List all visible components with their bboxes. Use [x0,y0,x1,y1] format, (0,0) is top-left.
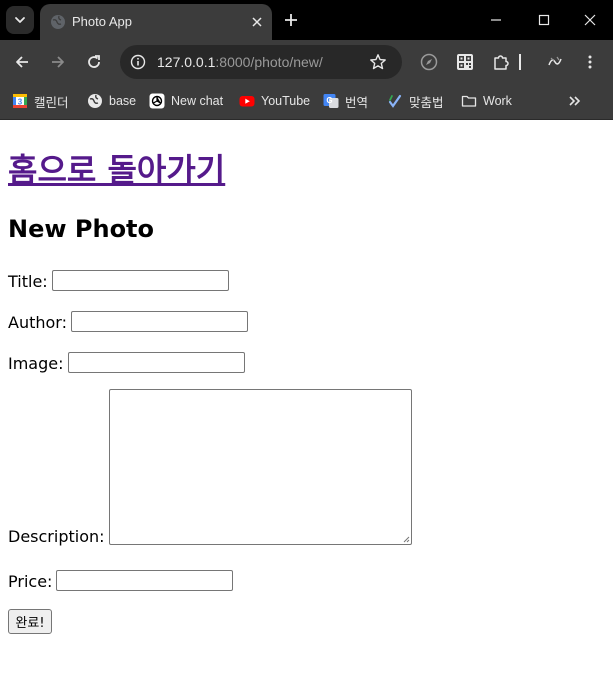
double-chevron-right-icon [569,96,581,106]
page-title: New Photo [8,215,155,243]
window-close-button[interactable] [580,10,600,30]
site-info-icon[interactable] [130,54,146,70]
close-icon [584,14,596,26]
minimize-icon [491,19,501,21]
reload-icon [88,55,100,68]
title-input[interactable] [51,270,229,291]
image-input[interactable] [67,352,245,373]
puzzle-icon [494,55,509,70]
bookmark-youtube[interactable]: YouTube [239,92,310,110]
title-label: Title: [8,272,48,291]
extension-compass-button[interactable] [419,52,439,72]
extension-qr-button[interactable] [455,52,475,72]
folder-icon [461,93,477,109]
submit-button[interactable]: 완료! [8,609,52,634]
browser-menu-button[interactable] [580,52,600,72]
compass-icon [420,53,438,71]
price-input[interactable] [56,570,234,591]
reload-button[interactable] [84,52,104,72]
svg-text:G: G [326,96,332,105]
globe-icon [51,15,65,29]
globe-icon [87,93,103,109]
translate-icon: G [323,93,339,109]
bookmark-translate[interactable]: G 번역 [323,92,368,110]
bookmark-base[interactable]: base [87,92,136,110]
back-button[interactable] [12,52,32,72]
bookmarks-bar: 3 캘린더 base New chat YouTube G 번역 맞춤법 Wor… [0,84,613,120]
author-label: Author: [8,313,67,332]
tab-title: Photo App [72,14,132,29]
toolbar-divider [519,54,521,70]
bookmark-spellcheck[interactable]: 맞춤법 [387,92,444,110]
window-maximize-button[interactable] [534,10,554,30]
description-textarea[interactable] [108,389,412,545]
calendar-icon: 3 [12,93,28,109]
tab-close-button[interactable] [248,13,266,31]
page-content: 홈으로 돌아가기 New Photo Title: Author: Image:… [0,121,613,694]
youtube-icon [239,93,255,109]
bookmark-label: New chat [171,94,224,108]
chevron-down-icon [15,17,25,23]
url-text[interactable]: 127.0.0.1:8000/photo/new/ [157,54,323,70]
window-minimize-button[interactable] [486,10,506,30]
svg-text:3: 3 [18,98,23,107]
more-vertical-icon [588,55,592,69]
url-path: :8000/photo/new/ [215,54,323,70]
forward-button[interactable] [48,52,68,72]
openai-icon [149,93,165,109]
close-icon [252,17,262,27]
description-row: Description: [8,389,412,546]
image-row: Image: [8,352,245,373]
url-host: 127.0.0.1 [157,54,216,70]
bookmarks-overflow-button[interactable] [568,92,582,110]
browser-toolbar: 127.0.0.1:8000/photo/new/ [0,40,613,84]
author-row: Author: [8,311,248,332]
home-link[interactable]: 홈으로 돌아가기 [8,145,225,191]
bookmark-work-folder[interactable]: Work [461,92,512,110]
profile-button[interactable] [545,52,565,72]
bookmark-label: 맞춤법 [409,95,444,110]
title-row: Title: [8,270,229,291]
arrow-right-icon [52,56,64,68]
tab-strip: Photo App [0,0,613,40]
author-input[interactable] [70,311,248,332]
spellcheck-icon [387,93,403,109]
bookmark-star-icon[interactable] [369,53,387,71]
bookmark-label: 번역 [345,95,369,110]
bookmark-new-chat[interactable]: New chat [149,92,223,110]
address-bar[interactable]: 127.0.0.1:8000/photo/new/ [120,45,402,79]
arrow-left-icon [16,56,28,68]
plus-icon [285,14,297,26]
price-label: Price: [8,572,53,591]
qr-code-icon [457,54,473,70]
new-tab-button[interactable] [282,11,300,29]
resize-handle-icon[interactable] [402,535,410,543]
bookmark-label: base [109,94,137,108]
description-label: Description: [8,527,105,546]
browser-tab[interactable]: Photo App [40,4,272,40]
profile-avatar-icon [548,56,562,66]
maximize-icon [538,14,550,26]
bookmark-label: 캘린더 [34,95,69,110]
bookmark-calendar[interactable]: 3 캘린더 [12,92,69,110]
extensions-button[interactable] [491,52,511,72]
bookmark-label: Work [483,94,512,108]
price-row: Price: [8,570,234,591]
image-label: Image: [8,354,64,373]
bookmark-label: YouTube [261,94,311,108]
tab-search-button[interactable] [6,6,34,34]
